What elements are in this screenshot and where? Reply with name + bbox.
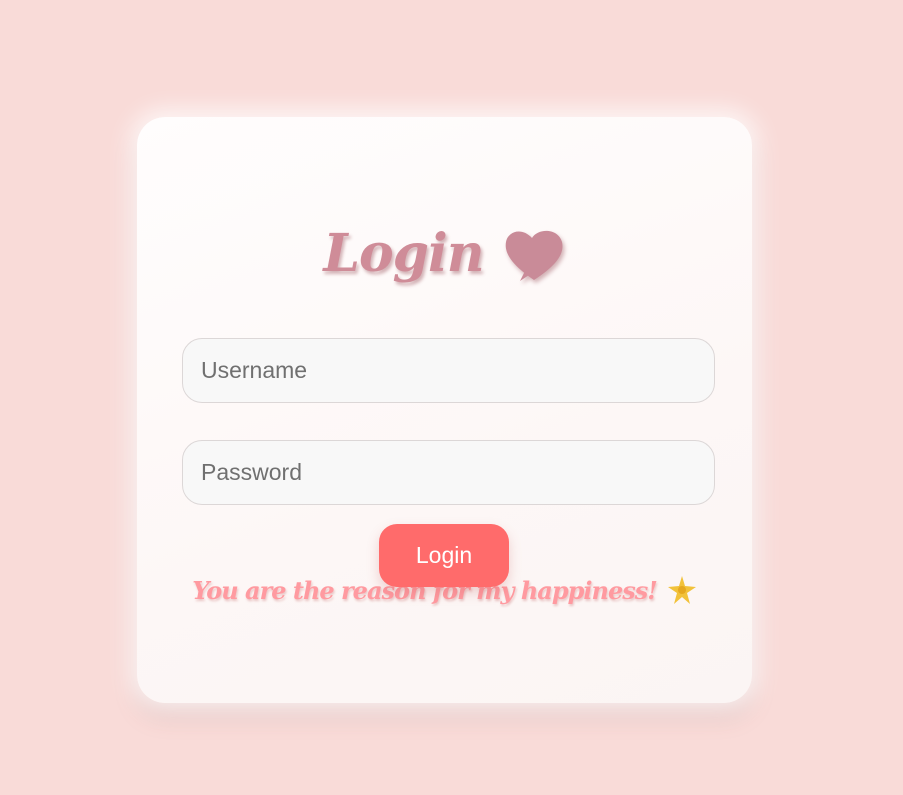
login-card: Login You are the reason for my happines… xyxy=(137,117,752,703)
title-row: Login xyxy=(137,225,752,283)
password-input[interactable] xyxy=(182,440,715,505)
sparkle-icon xyxy=(667,575,697,605)
heart-icon xyxy=(502,225,566,283)
username-input[interactable] xyxy=(182,338,715,403)
login-title: Login xyxy=(323,223,484,284)
login-button[interactable]: Login xyxy=(379,524,509,587)
